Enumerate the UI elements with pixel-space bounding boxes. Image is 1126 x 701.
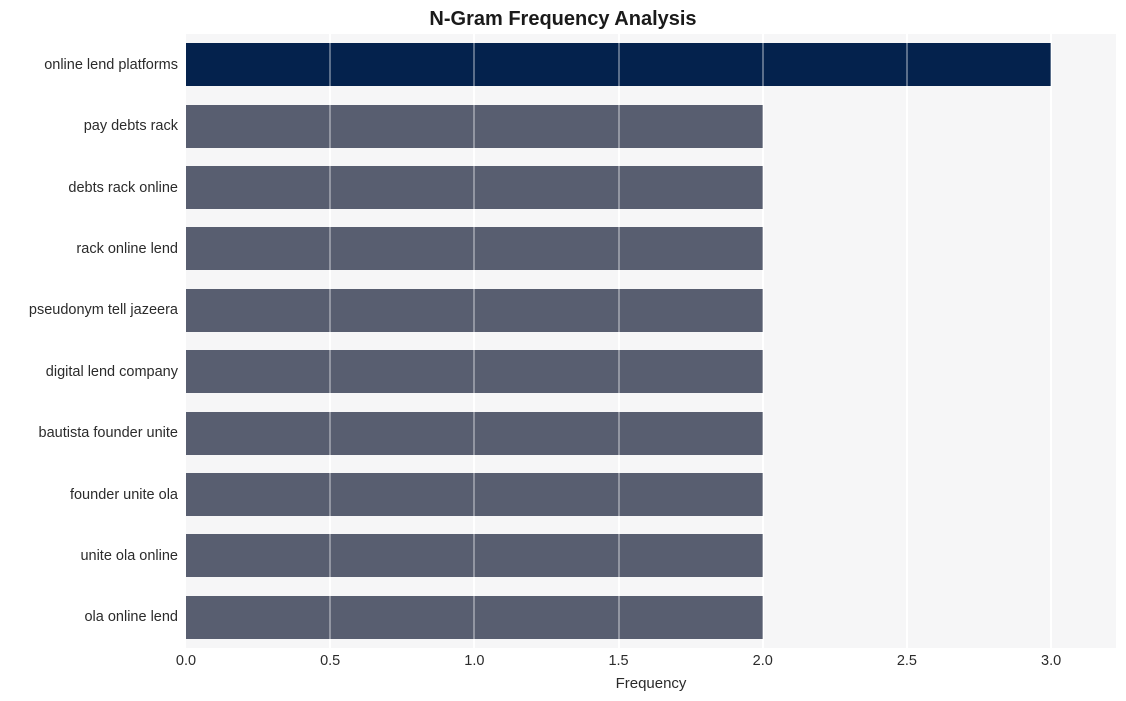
x-axis-title: Frequency [615, 675, 687, 692]
y-tick-label: rack online lend [76, 240, 178, 257]
bar[interactable] [186, 534, 763, 578]
x-tick-label: 0.0 [175, 653, 197, 669]
plot-area [186, 34, 1116, 648]
bar[interactable] [186, 227, 763, 271]
bar[interactable] [186, 166, 763, 209]
y-tick-label: founder unite ola [69, 486, 178, 503]
x-tick-label: 2.5 [896, 653, 918, 669]
y-tick-label: unite ola online [80, 547, 178, 564]
x-tick-label: 3.0 [1041, 653, 1062, 669]
bar[interactable] [186, 288, 763, 332]
x-tick-label: 1.0 [464, 653, 485, 669]
y-tick-label: ola online lend [84, 609, 178, 626]
y-tick-label: online lend platforms [44, 56, 178, 73]
bar[interactable] [186, 411, 763, 455]
y-tick-label: bautista founder unite [38, 425, 178, 442]
y-tick-label: digital lend company [45, 363, 178, 380]
bar[interactable] [186, 595, 763, 639]
bar[interactable] [186, 350, 763, 394]
x-tick-label: 2.0 [752, 653, 773, 669]
bar[interactable] [186, 104, 763, 148]
x-axis-tick-labels: 0.0 0.5 1.0 1.5 2.0 2.5 3.0 [176, 652, 1116, 674]
y-axis-tick-labels: online lend platforms pay debts rack debts… [0, 34, 178, 648]
y-tick-label: pseudonym tell jazeera [28, 302, 178, 319]
y-tick-label: pay debts rack [83, 118, 178, 135]
ngram-frequency-chart: N-Gram Frequency Analysis online lend pl… [0, 0, 1126, 701]
x-tick-label: 1.5 [608, 653, 629, 669]
bar[interactable] [186, 473, 763, 516]
x-tick-label: 0.5 [320, 653, 341, 669]
bar[interactable] [186, 43, 1052, 87]
y-tick-label: debts rack online [68, 179, 178, 196]
chart-title: N-Gram Frequency Analysis [429, 8, 697, 30]
bars-container [186, 34, 1116, 648]
